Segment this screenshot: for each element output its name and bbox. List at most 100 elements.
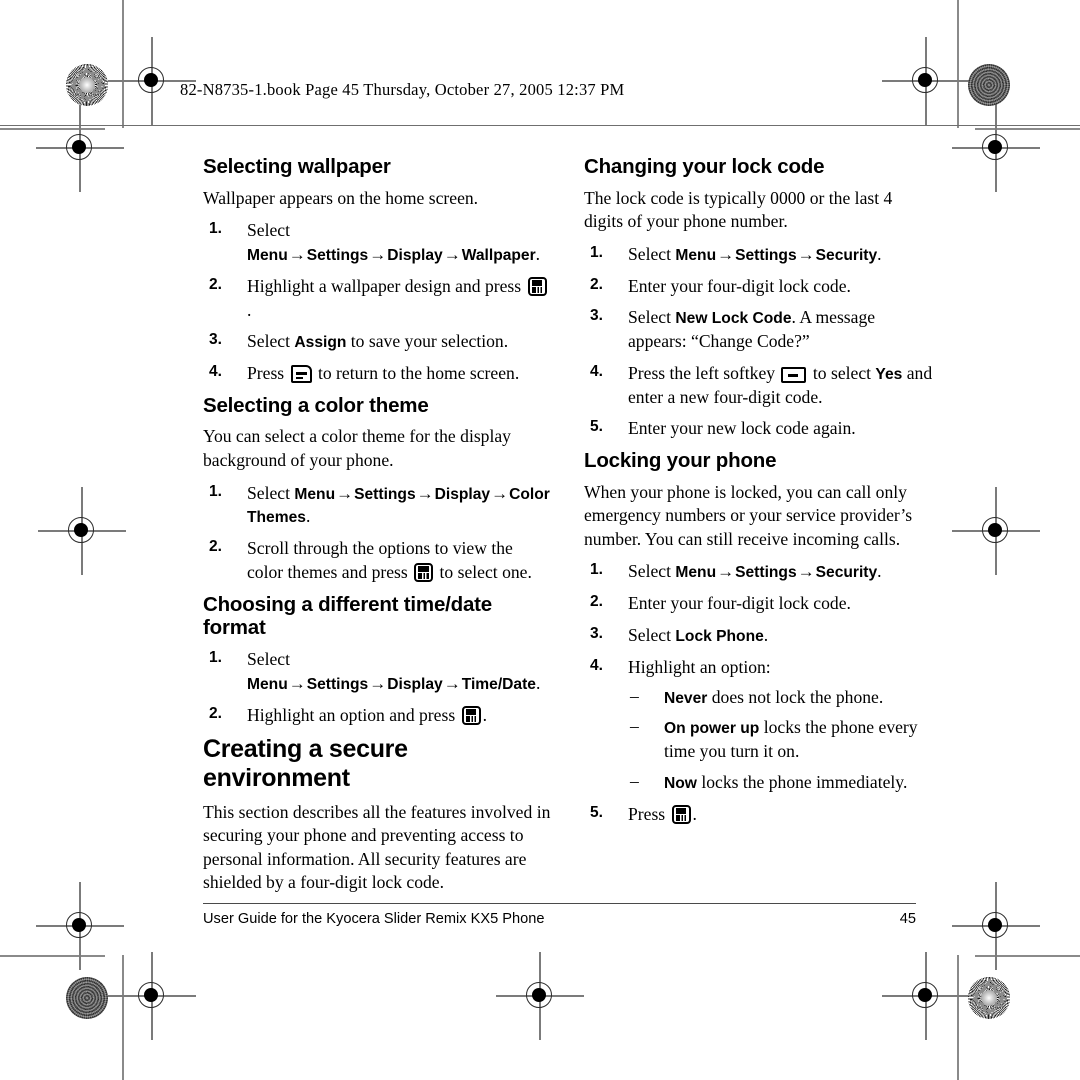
steps-selecting-wallpaper: 1. Select Menu→Settings→Display→Wallpape… — [203, 219, 552, 386]
trim-line-right-bottom — [957, 955, 959, 1080]
registration-mark-bottom-left-inner — [36, 882, 124, 970]
step-text-mid: to select — [808, 362, 876, 383]
registration-mark-bottom-center — [496, 952, 584, 1040]
steps-changing-your-lock-code: 1. Select Menu→Settings→Security. 2. Ent… — [584, 243, 933, 441]
step-number: 2. — [209, 704, 222, 722]
ui-term: Assign — [294, 334, 347, 352]
ok-key-icon — [671, 804, 691, 824]
list-item: 2. Enter your four-digit lock code. — [584, 275, 933, 299]
registration-mark-bottom-right-outer — [882, 952, 970, 1040]
step-text-post: . — [763, 625, 769, 646]
list-item: – On power up locks the phone every time… — [628, 716, 933, 764]
ui-term: Menu — [294, 485, 336, 503]
list-item: 4. Press to return to the home screen. — [203, 362, 552, 386]
right-column: Changing your lock code The lock code is… — [584, 155, 933, 904]
list-item: – Never does not lock the phone. — [628, 686, 933, 710]
list-item: 4. Press the left softkey to select Yes … — [584, 362, 933, 410]
step-number: 1. — [590, 243, 603, 261]
list-item: 1. Select Menu→Settings→Security. — [584, 560, 933, 584]
step-number: 3. — [590, 307, 603, 325]
step-text-post: to select one. — [435, 561, 532, 582]
ui-term: Menu — [675, 246, 717, 264]
dash-bullet: – — [630, 716, 639, 737]
left-softkey-icon — [781, 366, 807, 383]
step-number: 4. — [590, 656, 603, 674]
steps-choosing-time-date-format: 1. Select Menu→Settings→Display→Time/Dat… — [203, 648, 552, 727]
registration-mark-bottom-right-inner — [952, 882, 1040, 970]
ui-term: Display — [434, 485, 491, 503]
step-text-pre: Enter your four-digit lock code. — [628, 593, 851, 614]
step-number: 5. — [590, 803, 603, 821]
step-text-pre: Select — [628, 561, 676, 582]
page-footer: User Guide for the Kyocera Slider Remix … — [203, 911, 916, 927]
ui-term: Menu — [675, 564, 717, 582]
step-text-pre: Press — [628, 803, 670, 824]
trim-line-top-right — [975, 128, 1080, 130]
registration-mark-bottom-left-outer — [108, 952, 196, 1040]
list-item: 2. Enter your four-digit lock code. — [584, 592, 933, 616]
ui-term: Settings — [306, 246, 369, 264]
step-text-pre: Select — [628, 307, 676, 328]
step-text-pre: Enter your four-digit lock code. — [628, 275, 851, 296]
section-heading-selecting-wallpaper: Selecting wallpaper — [203, 155, 391, 178]
step-number: 4. — [209, 363, 222, 381]
ui-term: Settings — [735, 564, 797, 582]
step-text-pre: Press the left softkey — [628, 362, 780, 383]
step-text-pre: Highlight a wallpaper design and press — [247, 275, 526, 296]
step-text-post: . — [877, 243, 882, 264]
step-text-pre: Select — [628, 625, 676, 646]
arrow-glyph: → — [717, 562, 735, 582]
section-heading-selecting-a-color-theme: Selecting a color theme — [203, 393, 429, 417]
trim-line-left — [122, 0, 124, 128]
ok-key-icon — [414, 562, 434, 582]
left-column: Selecting wallpaper Wallpaper appears on… — [203, 155, 552, 904]
registration-mark-top-right-inner — [952, 104, 1040, 192]
ui-term: Settings — [306, 675, 369, 693]
registration-mark-top-left-outer — [108, 37, 196, 125]
section-intro-selecting-wallpaper: Wallpaper appears on the home screen. — [203, 187, 479, 208]
list-item: 2. Scroll through the options to view th… — [203, 537, 552, 585]
ok-key-icon — [461, 705, 481, 725]
chapter-heading-creating-a-secure-environment: Creating a secure environment — [203, 735, 408, 792]
step-text-post: . — [877, 561, 882, 582]
ok-key-icon — [527, 276, 547, 296]
list-item: 1. Select Menu→Settings→Display→Color Th… — [203, 482, 552, 530]
step-text-post: to return to the home screen. — [313, 363, 520, 384]
step-text-pre: Select — [247, 482, 295, 503]
footer-rule — [203, 903, 916, 905]
ui-term: Menu — [247, 246, 288, 264]
list-item: 1. Select Menu→Settings→Security. — [584, 243, 933, 267]
footer-page-number: 45 — [899, 911, 916, 927]
ui-term: Security — [815, 564, 878, 582]
step-number: 3. — [209, 331, 222, 349]
end-call-key-icon — [290, 365, 312, 384]
halftone-density-patch-bottom-left — [66, 977, 108, 1019]
arrow-glyph: → — [416, 483, 434, 503]
step-number: 2. — [590, 275, 603, 293]
trim-line-bottom-left — [0, 955, 105, 957]
list-item: 3. Select New Lock Code. A message appea… — [584, 306, 933, 354]
arrow-glyph: → — [797, 244, 815, 264]
step-text-pre: Select — [247, 648, 290, 669]
list-item: – Now locks the phone immediately. — [628, 771, 933, 795]
trim-line-top-left — [0, 128, 105, 130]
step-text-pre: Highlight an option and press — [247, 704, 460, 725]
starburst-density-patch-bottom-right — [968, 977, 1010, 1019]
step-text-post: . — [247, 299, 252, 320]
step-text-pre: Enter your new lock code again. — [628, 418, 856, 439]
step-text-pre: Press — [247, 363, 289, 384]
arrow-glyph: → — [288, 673, 306, 693]
starburst-density-patch-top-left — [66, 64, 108, 106]
ui-term: New Lock Code — [675, 310, 792, 328]
chapter-body-text: This section describes all the features … — [203, 801, 551, 893]
step-number: 4. — [590, 362, 603, 380]
arrow-glyph: → — [443, 244, 461, 264]
step-number: 2. — [209, 538, 222, 556]
list-item: 1. Select Menu→Settings→Display→Time/Dat… — [203, 648, 552, 696]
list-item: 2. Highlight an option and press . — [203, 704, 552, 728]
sub-option-text: does not lock the phone. — [707, 686, 884, 707]
dash-bullet: – — [630, 770, 639, 791]
step-text-pre: Highlight an option: — [628, 656, 771, 677]
ui-term: Yes — [875, 365, 903, 383]
arrow-glyph: → — [717, 244, 735, 264]
